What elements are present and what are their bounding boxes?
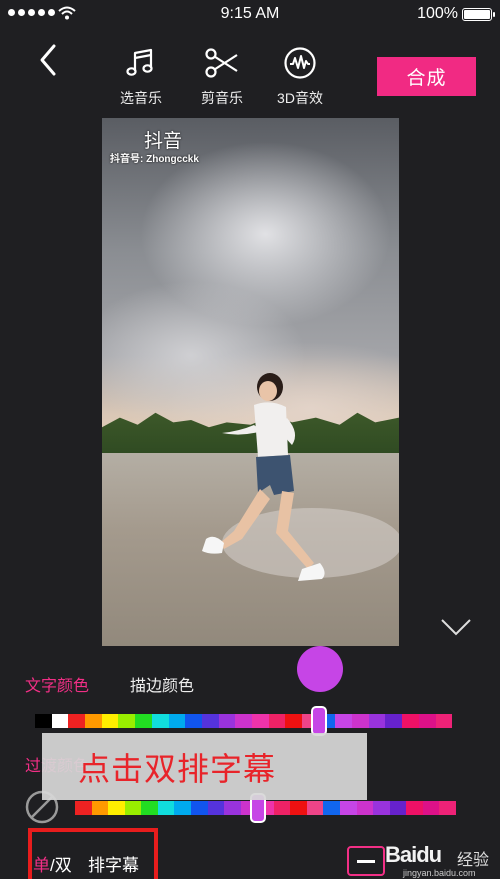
palette-swatch[interactable] (68, 714, 86, 728)
palette-swatch[interactable] (273, 801, 291, 815)
palette-swatch[interactable] (418, 714, 436, 728)
palette-swatch[interactable] (422, 801, 440, 815)
waveform-icon (284, 47, 316, 79)
chevron-down-icon[interactable] (438, 612, 474, 640)
palette-swatch[interactable] (356, 801, 374, 815)
palette-swatch[interactable] (35, 714, 52, 728)
select-music-label: 选音乐 (120, 90, 162, 106)
battery-icon (462, 8, 495, 21)
palette-swatch[interactable] (190, 801, 208, 815)
palette-swatch[interactable] (207, 801, 225, 815)
palette-swatch[interactable] (285, 714, 302, 728)
select-music-button[interactable]: 选音乐 (101, 46, 181, 108)
palette-swatch[interactable] (108, 801, 125, 815)
selected-color-preview (297, 646, 343, 692)
dancer-figure (202, 373, 325, 581)
palette-swatch[interactable] (157, 801, 175, 815)
palette-swatch[interactable] (151, 714, 169, 728)
palette-swatch[interactable] (352, 714, 369, 728)
cut-music-label: 剪音乐 (201, 90, 243, 106)
baidu-jingyan-watermark: Baidu 经验 jingyan.baidu.com (385, 840, 495, 878)
palette-swatch[interactable] (124, 801, 142, 815)
3d-effect-button[interactable]: 3D音效 (260, 46, 340, 108)
palette-swatch[interactable] (185, 714, 202, 728)
palette-swatch[interactable] (91, 801, 109, 815)
palette-swatch[interactable] (218, 714, 236, 728)
scissors-icon (205, 48, 238, 78)
palette-swatch[interactable] (402, 714, 419, 728)
tutorial-highlight-box (28, 828, 158, 879)
palette-swatch[interactable] (306, 801, 324, 815)
palette-swatch[interactable] (75, 801, 92, 815)
app-watermark-account: 抖音号: Zhongcckk (110, 154, 199, 165)
palette-swatch[interactable] (174, 801, 191, 815)
palette-swatch[interactable] (435, 714, 453, 728)
palette-swatch[interactable] (101, 714, 119, 728)
tab-stroke-color[interactable]: 描边颜色 (130, 672, 194, 696)
text-color-slider-thumb[interactable] (310, 706, 327, 736)
palette-swatch[interactable] (439, 801, 456, 815)
palette-swatch[interactable] (85, 714, 102, 728)
app-watermark-logo: 抖音 (144, 131, 183, 152)
tutorial-hint-text: 点击双排字幕 (78, 751, 277, 787)
palette-swatch[interactable] (368, 714, 386, 728)
chevron-left-icon[interactable] (34, 42, 64, 78)
palette-swatch[interactable] (323, 801, 340, 815)
music-note-icon (126, 48, 153, 76)
cut-music-button[interactable]: 剪音乐 (182, 46, 262, 108)
palette-swatch[interactable] (385, 714, 403, 728)
palette-swatch[interactable] (340, 801, 357, 815)
baidu-logo-site: jingyan.baidu.com (403, 868, 476, 878)
palette-swatch[interactable] (141, 801, 158, 815)
baidu-logo-word: Baidu (385, 842, 442, 867)
palette-swatch[interactable] (51, 714, 69, 728)
palette-swatch[interactable] (135, 714, 152, 728)
status-bar: 9:15 AM 100% (0, 0, 500, 28)
palette-swatch[interactable] (290, 801, 307, 815)
palette-swatch[interactable] (168, 714, 186, 728)
palette-swatch[interactable] (251, 714, 269, 728)
palette-swatch[interactable] (335, 714, 353, 728)
battery-percentage: 100% (417, 5, 458, 22)
palette-swatch[interactable] (201, 714, 219, 728)
tab-text-color[interactable]: 文字颜色 (25, 672, 89, 696)
palette-swatch[interactable] (268, 714, 286, 728)
palette-swatch[interactable] (235, 714, 252, 728)
palette-swatch[interactable] (373, 801, 390, 815)
palette-swatch[interactable] (224, 801, 241, 815)
video-preview[interactable]: 抖音 抖音号: Zhongcckk (102, 118, 399, 646)
palette-swatch[interactable] (389, 801, 407, 815)
minus-icon (357, 860, 375, 863)
text-color-palette[interactable] (35, 714, 453, 728)
palette-swatch[interactable] (118, 714, 136, 728)
baidu-logo-product: 经验 (457, 852, 490, 869)
compose-button[interactable]: 合成 (377, 57, 476, 96)
palette-swatch[interactable] (406, 801, 423, 815)
3d-effect-label: 3D音效 (277, 90, 323, 106)
top-toolbar: 选音乐 剪音乐 3D音效 合成 (0, 28, 500, 118)
single-line-subtitle-button[interactable] (347, 846, 385, 876)
